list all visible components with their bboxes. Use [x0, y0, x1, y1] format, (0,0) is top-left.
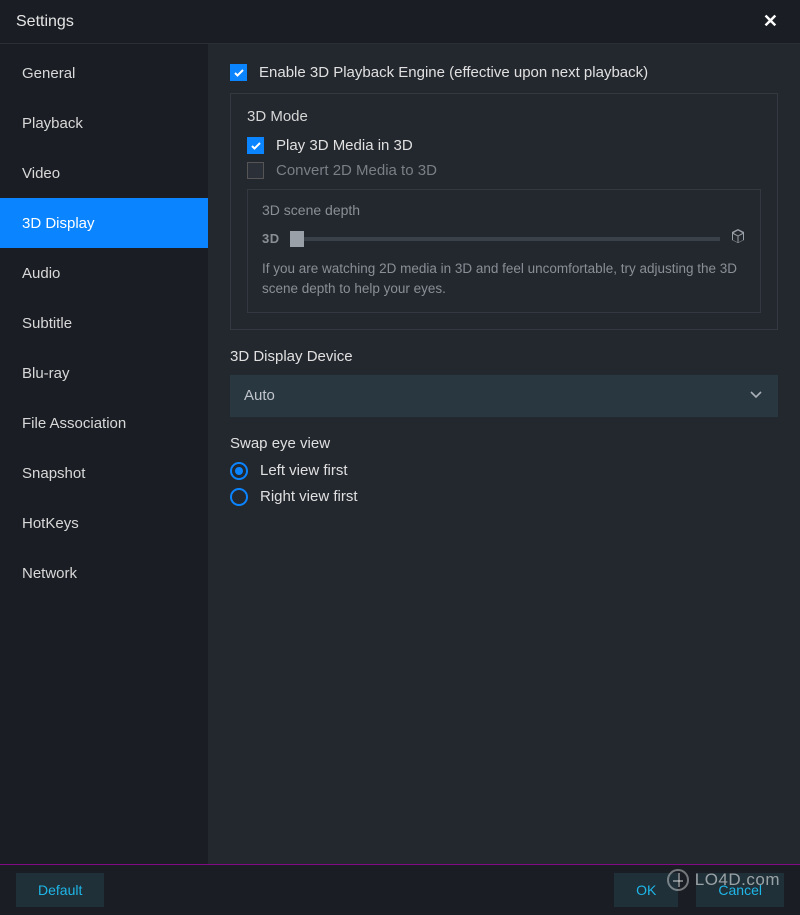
- sidebar-item-label: Subtitle: [22, 315, 72, 332]
- device-dropdown-value: Auto: [244, 387, 275, 404]
- swap-section-label: Swap eye view: [230, 435, 778, 452]
- sidebar-item-playback[interactable]: Playback: [0, 98, 208, 148]
- sidebar-item-label: 3D Display: [22, 215, 95, 232]
- convert-2d-row: Convert 2D Media to 3D: [247, 162, 761, 179]
- depth-panel: 3D scene depth 3D If you are watching 2D…: [247, 189, 761, 313]
- main-panel: Enable 3D Playback Engine (effective upo…: [208, 44, 800, 864]
- sidebar-item-label: Blu-ray: [22, 365, 70, 382]
- radio-right[interactable]: [230, 488, 248, 506]
- radio-right-label: Right view first: [260, 488, 358, 505]
- mode-panel-title: 3D Mode: [247, 108, 761, 125]
- sidebar-item-video[interactable]: Video: [0, 148, 208, 198]
- sidebar-item-label: General: [22, 65, 75, 82]
- sidebar-item-label: Playback: [22, 115, 83, 132]
- sidebar-item-label: Audio: [22, 265, 60, 282]
- footer-right: OK Cancel: [614, 873, 784, 907]
- radio-right-row[interactable]: Right view first: [230, 488, 778, 506]
- radio-left-label: Left view first: [260, 462, 348, 479]
- radio-left-row[interactable]: Left view first: [230, 462, 778, 480]
- ok-button[interactable]: OK: [614, 873, 678, 907]
- sidebar-item-file-association[interactable]: File Association: [0, 398, 208, 448]
- play-3d-checkbox[interactable]: [247, 137, 264, 154]
- enable-3d-label: Enable 3D Playback Engine (effective upo…: [259, 64, 648, 81]
- depth-slider-row: 3D: [262, 228, 746, 249]
- sidebar-item-label: Snapshot: [22, 465, 85, 482]
- sidebar-item-label: Video: [22, 165, 60, 182]
- cube-icon: [730, 228, 746, 249]
- depth-panel-title: 3D scene depth: [262, 202, 746, 218]
- depth-slider-left-label: 3D: [262, 231, 280, 246]
- enable-3d-row: Enable 3D Playback Engine (effective upo…: [230, 64, 778, 81]
- check-icon: [250, 140, 262, 152]
- close-icon[interactable]: ✕: [757, 7, 784, 36]
- sidebar: General Playback Video 3D Display Audio …: [0, 44, 208, 864]
- sidebar-item-snapshot[interactable]: Snapshot: [0, 448, 208, 498]
- sidebar-item-audio[interactable]: Audio: [0, 248, 208, 298]
- sidebar-item-3d-display[interactable]: 3D Display: [0, 198, 208, 248]
- sidebar-item-hotkeys[interactable]: HotKeys: [0, 498, 208, 548]
- convert-2d-checkbox[interactable]: [247, 162, 264, 179]
- footer: Default OK Cancel: [0, 865, 800, 915]
- device-dropdown[interactable]: Auto: [230, 375, 778, 417]
- sidebar-item-bluray[interactable]: Blu-ray: [0, 348, 208, 398]
- mode-panel: 3D Mode Play 3D Media in 3D Convert 2D M…: [230, 93, 778, 330]
- sidebar-item-subtitle[interactable]: Subtitle: [0, 298, 208, 348]
- play-3d-label: Play 3D Media in 3D: [276, 137, 413, 154]
- sidebar-item-general[interactable]: General: [0, 48, 208, 98]
- sidebar-item-label: HotKeys: [22, 515, 79, 532]
- check-icon: [233, 67, 245, 79]
- convert-2d-label: Convert 2D Media to 3D: [276, 162, 437, 179]
- depth-slider[interactable]: [290, 237, 720, 241]
- body: General Playback Video 3D Display Audio …: [0, 44, 800, 864]
- depth-hint: If you are watching 2D media in 3D and f…: [262, 259, 746, 300]
- enable-3d-checkbox[interactable]: [230, 64, 247, 81]
- chevron-down-icon: [748, 386, 764, 406]
- cancel-button[interactable]: Cancel: [696, 873, 784, 907]
- sidebar-item-label: File Association: [22, 415, 126, 432]
- titlebar: Settings ✕: [0, 0, 800, 44]
- play-3d-row: Play 3D Media in 3D: [247, 137, 761, 154]
- default-button[interactable]: Default: [16, 873, 104, 907]
- sidebar-item-network[interactable]: Network: [0, 548, 208, 598]
- footer-separator: [0, 864, 800, 865]
- window-title: Settings: [16, 13, 74, 31]
- depth-slider-thumb[interactable]: [290, 231, 304, 247]
- device-section-label: 3D Display Device: [230, 348, 778, 365]
- sidebar-item-label: Network: [22, 565, 77, 582]
- radio-left[interactable]: [230, 462, 248, 480]
- radio-dot-icon: [235, 467, 243, 475]
